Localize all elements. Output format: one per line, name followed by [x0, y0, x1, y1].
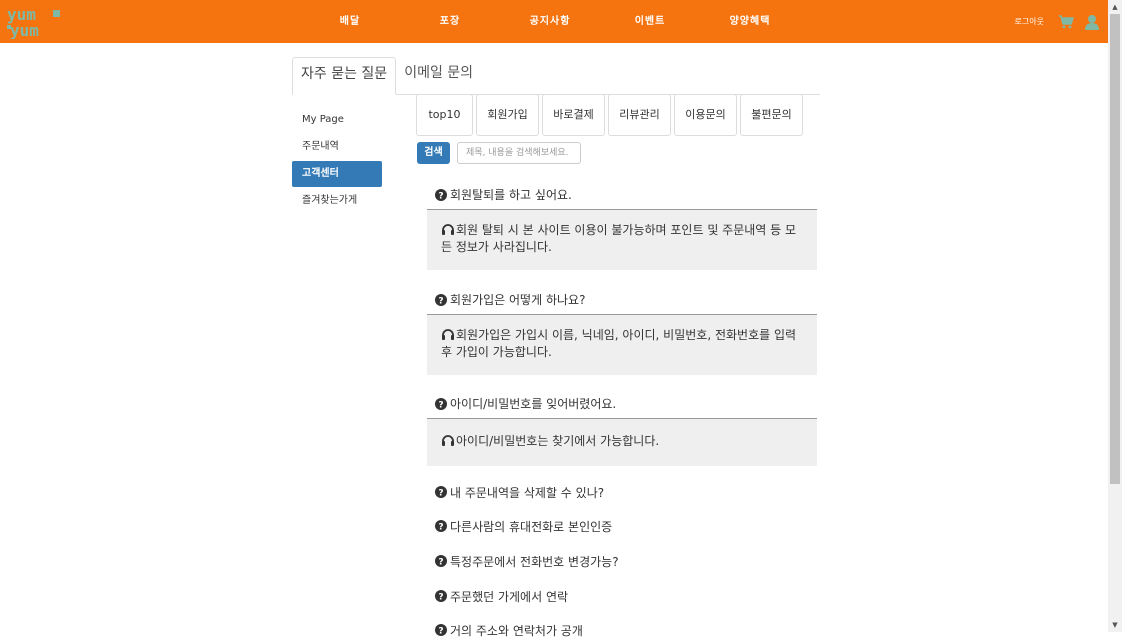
- category-top10-button[interactable]: top10: [416, 94, 473, 136]
- tab-email-inquiry[interactable]: 이메일 문의: [396, 57, 481, 95]
- faq-answer-text: 아이디/비밀번호는 찾기에서 가능합니다.: [456, 434, 660, 448]
- faq-answer: 회원가입은 가입시 이름, 닉네임, 아이디, 비밀번호, 전화번호를 입력 후…: [427, 315, 817, 375]
- nav-benefit[interactable]: 양양혜택: [700, 0, 800, 43]
- faq-question-text: 내 주문내역을 삭제할 수 있나?: [450, 485, 605, 500]
- headset-icon: [442, 329, 454, 340]
- svg-text:?: ?: [438, 627, 443, 637]
- faq-item: ? 내 주문내역을 삭제할 수 있나?: [427, 481, 817, 503]
- question-circle-icon: ?: [435, 397, 447, 410]
- question-circle-icon: ?: [435, 293, 447, 306]
- faq-item: ? 거의 주소와 연락처가 공개: [427, 619, 817, 641]
- scroll-up-arrow-icon[interactable]: ▲: [1108, 0, 1122, 14]
- user-icon[interactable]: [1084, 14, 1100, 30]
- nav-right: 로그아웃: [1015, 0, 1100, 43]
- headset-icon: [442, 435, 454, 446]
- scroll-down-arrow-icon[interactable]: ▼: [1108, 618, 1122, 632]
- svg-text:?: ?: [438, 593, 443, 603]
- faq-item: ? 특정주문에서 전화번호 변경가능?: [427, 550, 817, 572]
- faq-category-buttons: top10 회원가입 바로결제 리뷰관리 이용문의 불편문의: [416, 94, 803, 136]
- faq-question-text: 아이디/비밀번호를 잊어버렸어요.: [450, 397, 617, 411]
- faq-item: ? 아이디/비밀번호를 잊어버렸어요. 아이디/비밀번호는 찾기에서 가능합니다…: [427, 393, 817, 466]
- main-nav: 배달 포장 공지사항 이벤트 양양혜택: [300, 0, 800, 43]
- svg-text:?: ?: [438, 191, 443, 201]
- scroll-thumb[interactable]: [1110, 14, 1120, 484]
- page-scrollbar[interactable]: ▲ ▼: [1108, 0, 1122, 632]
- svg-text:?: ?: [438, 296, 443, 306]
- faq-question-text: 다른사람의 휴대전화로 본인인증: [450, 519, 613, 534]
- category-usage-button[interactable]: 이용문의: [674, 94, 737, 136]
- cart-icon[interactable]: [1058, 14, 1074, 29]
- faq-question-text: 주문했던 가게에서 연락: [450, 589, 569, 604]
- svg-text:?: ?: [438, 558, 443, 568]
- mypage-sidebar: My Page 주문내역 고객센터 즐겨찾는가게: [292, 107, 382, 215]
- top-navbar: yum yum 배달 포장 공지사항 이벤트 양양혜택 로그아웃: [0, 0, 1108, 43]
- category-complaint-button[interactable]: 불편문의: [740, 94, 803, 136]
- faq-question[interactable]: ? 특정주문에서 전화번호 변경가능?: [427, 550, 817, 572]
- sidebar-item-customer-center[interactable]: 고객센터: [292, 161, 382, 187]
- sidebar-item-mypage[interactable]: My Page: [292, 107, 382, 133]
- support-tabs: 자주 묻는 질문 이메일 문의: [292, 57, 820, 95]
- faq-question[interactable]: ? 회원가입은 어떻게 하나요?: [427, 289, 817, 315]
- sidebar-item-orders[interactable]: 주문내역: [292, 134, 382, 160]
- faq-answer: 회원 탈퇴 시 본 사이트 이용이 불가능하며 포인트 및 주문내역 등 모든 …: [427, 210, 817, 270]
- brand-logo[interactable]: yum yum: [6, 5, 62, 39]
- faq-question[interactable]: ? 주문했던 가게에서 연락: [427, 585, 817, 607]
- faq-answer-text: 회원가입은 가입시 이름, 닉네임, 아이디, 비밀번호, 전화번호를 입력 후…: [441, 328, 797, 359]
- question-circle-icon: ?: [435, 188, 447, 201]
- question-circle-icon: ?: [435, 486, 447, 498]
- faq-question[interactable]: ? 회원탈퇴를 하고 싶어요.: [427, 184, 817, 210]
- search-button[interactable]: 검색: [417, 142, 450, 164]
- nav-notice[interactable]: 공지사항: [500, 0, 600, 43]
- faq-answer-text: 회원 탈퇴 시 본 사이트 이용이 불가능하며 포인트 및 주문내역 등 모든 …: [441, 223, 797, 254]
- search-input[interactable]: [457, 142, 581, 164]
- logout-link[interactable]: 로그아웃: [1015, 16, 1044, 27]
- svg-text:yum: yum: [10, 21, 39, 39]
- faq-question[interactable]: ? 다른사람의 휴대전화로 본인인증: [427, 515, 817, 537]
- svg-text:?: ?: [438, 523, 443, 533]
- sidebar-item-favorites[interactable]: 즐겨찾는가게: [292, 188, 382, 214]
- headset-icon: [442, 224, 454, 235]
- nav-delivery[interactable]: 배달: [300, 0, 400, 43]
- faq-question-text: 회원탈퇴를 하고 싶어요.: [450, 188, 572, 202]
- faq-item: ? 다른사람의 휴대전화로 본인인증: [427, 515, 817, 537]
- nav-event[interactable]: 이벤트: [600, 0, 700, 43]
- faq-item: ? 회원가입은 어떻게 하나요? 회원가입은 가입시 이름, 닉네임, 아이디,…: [427, 289, 817, 375]
- category-signup-button[interactable]: 회원가입: [476, 94, 539, 136]
- question-circle-icon: ?: [435, 555, 447, 567]
- category-review-button[interactable]: 리뷰관리: [608, 94, 671, 136]
- category-payment-button[interactable]: 바로결제: [542, 94, 605, 136]
- faq-answer: 아이디/비밀번호는 찾기에서 가능합니다.: [427, 419, 817, 466]
- question-circle-icon: ?: [435, 590, 447, 602]
- faq-question-text: 회원가입은 어떻게 하나요?: [450, 293, 586, 307]
- faq-question-text: 거의 주소와 연락처가 공개: [450, 623, 583, 638]
- question-circle-icon: ?: [435, 624, 447, 636]
- faq-question-text: 특정주문에서 전화번호 변경가능?: [450, 554, 619, 569]
- faq-item: ? 주문했던 가게에서 연락: [427, 585, 817, 607]
- svg-text:?: ?: [438, 400, 443, 410]
- question-circle-icon: ?: [435, 520, 447, 532]
- faq-question[interactable]: ? 내 주문내역을 삭제할 수 있나?: [427, 481, 817, 503]
- tab-faq[interactable]: 자주 묻는 질문: [292, 57, 397, 95]
- faq-question[interactable]: ? 거의 주소와 연락처가 공개: [427, 619, 817, 641]
- faq-item: ? 회원탈퇴를 하고 싶어요. 회원 탈퇴 시 본 사이트 이용이 불가능하며 …: [427, 184, 817, 270]
- faq-question[interactable]: ? 아이디/비밀번호를 잊어버렸어요.: [427, 393, 817, 419]
- svg-text:?: ?: [438, 489, 443, 499]
- nav-takeout[interactable]: 포장: [400, 0, 500, 43]
